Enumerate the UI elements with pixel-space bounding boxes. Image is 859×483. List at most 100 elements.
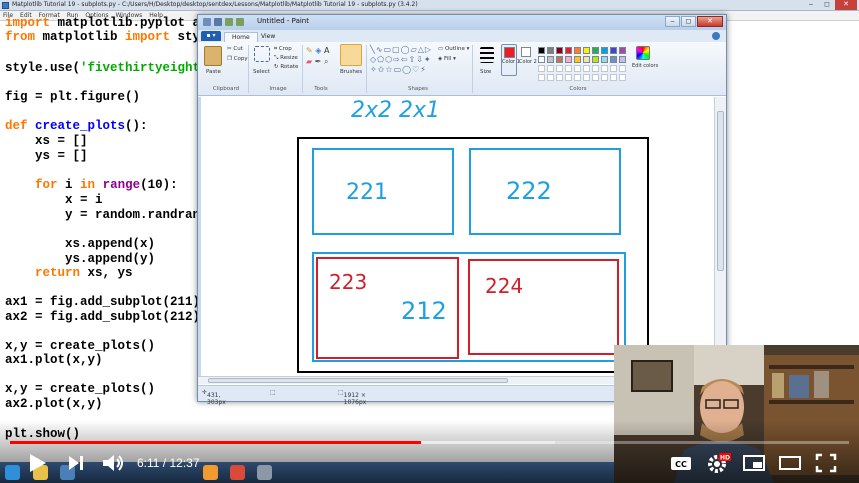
volume-icon[interactable] [101, 451, 127, 475]
palette-empty-swatch[interactable] [556, 74, 563, 81]
subtitles-icon[interactable]: CC [670, 451, 692, 475]
start-icon[interactable] [5, 465, 20, 480]
next-icon[interactable] [66, 451, 86, 475]
app-icon[interactable] [257, 465, 272, 480]
palette-empty-swatch[interactable] [574, 65, 581, 72]
palette-color-swatch[interactable] [547, 56, 554, 63]
palette-color-swatch[interactable] [610, 47, 617, 54]
palette-color-swatch[interactable] [583, 47, 590, 54]
palette-color-swatch[interactable] [592, 56, 599, 63]
maximize-icon[interactable]: ◻ [819, 0, 835, 10]
magnifier-icon[interactable]: ⌕ [324, 57, 328, 66]
vertical-scrollbar[interactable] [714, 97, 726, 384]
cursor-position-value: 431, 303px [207, 392, 226, 406]
palette-color-swatch[interactable] [565, 47, 572, 54]
palette-empty-swatch[interactable] [574, 74, 581, 81]
pencil-icon[interactable]: ✎ [306, 46, 313, 55]
redo-icon[interactable] [236, 18, 244, 26]
fullscreen-icon[interactable] [814, 451, 838, 475]
palette-empty-swatch[interactable] [592, 74, 599, 81]
app-icon[interactable] [230, 465, 245, 480]
palette-color-swatch[interactable] [547, 47, 554, 54]
code-token: create_plots [35, 119, 126, 133]
ribbon-separator [248, 45, 249, 93]
tab-home[interactable]: Home [224, 32, 258, 42]
size-icon[interactable] [480, 47, 494, 63]
size-button[interactable]: Size [480, 69, 491, 75]
palette-color-swatch[interactable] [574, 56, 581, 63]
fill-bucket-icon[interactable]: ◈ [315, 46, 321, 55]
shapes-gallery-row-2[interactable]: ◇⬠⬡⇨⇦⇧⇩✦ [370, 55, 432, 64]
paste-button[interactable]: Paste [206, 69, 221, 75]
copy-button[interactable]: ❐ Copy [227, 56, 248, 62]
minimize-icon[interactable]: ‒ [665, 16, 680, 27]
palette-color-swatch[interactable] [601, 47, 608, 54]
palette-color-swatch[interactable] [619, 56, 626, 63]
firefox-icon[interactable] [203, 465, 218, 480]
help-icon[interactable] [712, 32, 720, 40]
palette-color-swatch[interactable] [538, 56, 545, 63]
color2-swatch[interactable] [521, 47, 531, 57]
palette-color-swatch[interactable] [583, 56, 590, 63]
palette-color-swatch[interactable] [565, 56, 572, 63]
crop-button[interactable]: ⌗ Crop [274, 46, 292, 53]
fill-dropdown[interactable]: ◈ Fill ▾ [438, 56, 456, 62]
scroll-thumb[interactable] [717, 111, 724, 271]
palette-color-swatch[interactable] [610, 56, 617, 63]
maximize-icon[interactable]: ◻ [681, 16, 696, 27]
video-progress-bar[interactable] [10, 441, 849, 444]
palette-color-swatch[interactable] [556, 47, 563, 54]
palette-color-swatch[interactable] [574, 47, 581, 54]
text-icon[interactable]: A [324, 46, 329, 55]
palette-empty-swatch[interactable] [601, 65, 608, 72]
paste-icon[interactable] [204, 46, 222, 66]
color-picker-icon[interactable]: ✒ [315, 57, 322, 66]
close-icon[interactable]: ✕ [697, 16, 723, 27]
select-icon[interactable] [254, 46, 270, 62]
undo-icon[interactable] [225, 18, 233, 26]
palette-empty-swatch[interactable] [556, 65, 563, 72]
outline-dropdown[interactable]: ▭ Outline ▾ [438, 46, 469, 52]
palette-color-swatch[interactable] [556, 56, 563, 63]
scroll-thumb[interactable] [208, 378, 508, 383]
palette-empty-swatch[interactable] [538, 74, 545, 81]
settings-gear-icon[interactable]: HD [706, 451, 732, 475]
palette-empty-swatch[interactable] [619, 74, 626, 81]
minimize-icon[interactable]: ‒ [803, 0, 819, 10]
theater-mode-icon[interactable] [778, 451, 802, 475]
palette-empty-swatch[interactable] [592, 65, 599, 72]
file-menu-button[interactable]: ▪ ▾ [201, 31, 221, 41]
palette-color-swatch[interactable] [592, 47, 599, 54]
drawing-canvas[interactable]: 2x2 2x1 221 222 223 224 212 [201, 97, 714, 384]
palette-empty-swatch[interactable] [565, 74, 572, 81]
edit-colors-icon[interactable] [636, 46, 650, 60]
resize-button[interactable]: ⤡ Resize [274, 55, 298, 62]
palette-color-swatch[interactable] [619, 47, 626, 54]
shapes-gallery-row-3[interactable]: ✧✩☆▭◯♡⚡ [370, 65, 427, 74]
cut-button[interactable]: ✂ Cut [227, 46, 243, 52]
palette-empty-swatch[interactable] [583, 65, 590, 72]
play-icon[interactable] [26, 451, 48, 475]
close-icon[interactable]: ✕ [835, 0, 857, 10]
palette-empty-swatch[interactable] [610, 65, 617, 72]
rotate-button[interactable]: ↻ Rotate [274, 64, 298, 70]
palette-empty-swatch[interactable] [538, 65, 545, 72]
palette-color-swatch[interactable] [538, 47, 545, 54]
miniplayer-icon[interactable] [742, 451, 766, 475]
palette-empty-swatch[interactable] [565, 65, 572, 72]
palette-empty-swatch[interactable] [583, 74, 590, 81]
palette-empty-swatch[interactable] [610, 74, 617, 81]
eraser-icon[interactable]: ▰ [306, 57, 312, 66]
palette-empty-swatch[interactable] [547, 74, 554, 81]
select-button[interactable]: Select [253, 69, 270, 75]
shapes-gallery-row-1[interactable]: ╲∿▭▢◯▱△▷ [370, 45, 432, 54]
brushes-button[interactable]: Brushes [340, 69, 362, 75]
palette-empty-swatch[interactable] [601, 74, 608, 81]
brushes-icon[interactable] [340, 44, 362, 66]
palette-empty-swatch[interactable] [619, 65, 626, 72]
save-icon[interactable] [214, 18, 222, 26]
edit-colors-button[interactable]: Edit colors [632, 64, 658, 69]
tab-view[interactable]: View [254, 32, 282, 42]
palette-color-swatch[interactable] [601, 56, 608, 63]
palette-empty-swatch[interactable] [547, 65, 554, 72]
